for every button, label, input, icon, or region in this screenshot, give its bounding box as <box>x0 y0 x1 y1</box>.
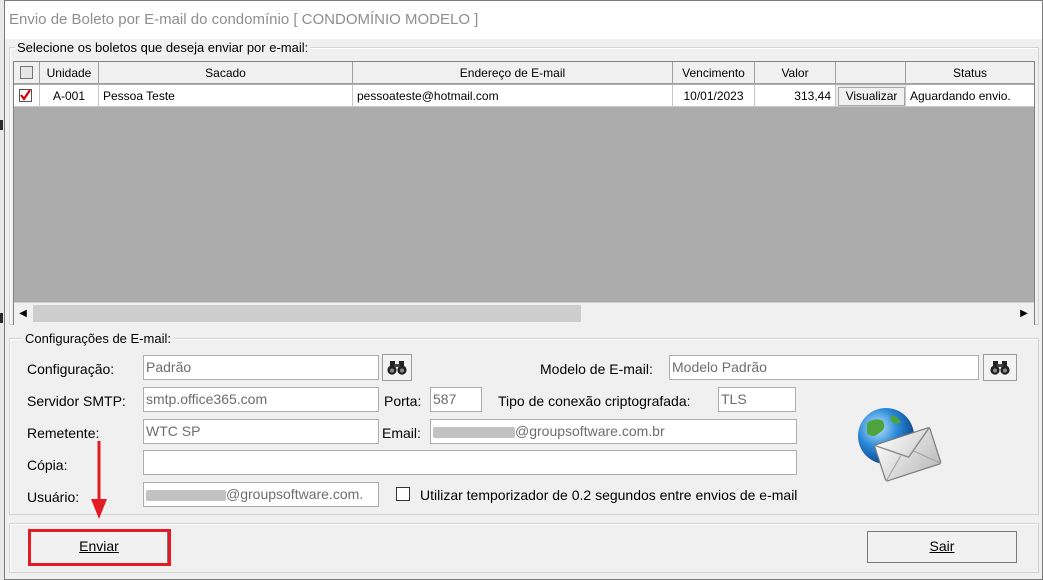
row-select-cell[interactable] <box>14 85 40 107</box>
title-bar: Envio de Boleto por E-mail do condomínio… <box>5 1 1042 39</box>
exit-label: Sair <box>929 538 955 554</box>
redacted-text <box>433 426 515 438</box>
column-header-action <box>836 62 906 84</box>
scrollbar-thumb[interactable] <box>33 305 581 322</box>
search-configuracao-button[interactable] <box>382 354 412 381</box>
cell-vencimento: 10/01/2023 <box>673 85 755 107</box>
visualizar-button[interactable]: Visualizar <box>838 87 905 106</box>
column-header-status[interactable]: Status <box>906 62 1034 84</box>
binoculars-icon <box>387 361 407 375</box>
select-all-checkbox[interactable] <box>20 66 33 79</box>
annotation-arrow-icon <box>91 441 107 519</box>
row-checkbox[interactable] <box>19 89 32 102</box>
cell-unidade: A-001 <box>40 85 99 107</box>
smtp-label: Servidor SMTP: <box>27 393 126 409</box>
edge-mark <box>0 120 3 130</box>
scroll-right-icon[interactable]: ▶ <box>1015 303 1033 324</box>
cripto-field[interactable]: TLS <box>718 387 796 412</box>
dialog-window: Envio de Boleto por E-mail do condomínio… <box>4 0 1043 580</box>
search-modelo-button[interactable] <box>983 354 1017 381</box>
redacted-text <box>146 489 226 501</box>
scroll-left-icon[interactable]: ◀ <box>14 303 32 324</box>
boletos-legend: Selecione os boletos que deseja enviar p… <box>15 40 311 55</box>
timer-checkbox[interactable] <box>396 487 410 501</box>
usuario-label: Usuário: <box>27 489 80 505</box>
usuario-domain: @groupsoftware.com. <box>226 486 364 502</box>
copia-label: Cópia: <box>27 457 68 473</box>
horizontal-scrollbar[interactable]: ◀ ▶ <box>14 302 1034 325</box>
edge-mark <box>0 313 3 323</box>
binoculars-icon <box>990 361 1010 375</box>
column-header-email[interactable]: Endereço de E-mail <box>353 62 673 84</box>
cell-email: pessoateste@hotmail.com <box>353 85 673 107</box>
cell-valor: 313,44 <box>755 85 836 107</box>
remetente-label: Remetente: <box>27 425 100 441</box>
exit-button[interactable]: Sair <box>867 531 1017 563</box>
highlight-frame <box>28 529 171 566</box>
column-header-valor[interactable]: Valor <box>755 62 836 84</box>
usuario-field[interactable]: @groupsoftware.com. <box>143 482 379 507</box>
timer-label[interactable]: Utilizar temporizador de 0.2 segundos en… <box>420 487 797 503</box>
email-label: Email: <box>382 425 421 441</box>
cell-action: Visualizar <box>836 85 906 107</box>
remetente-field[interactable]: WTC SP <box>143 419 379 444</box>
cell-sacado: Pessoa Teste <box>99 85 353 107</box>
modelo-label: Modelo de E-mail: <box>540 361 653 377</box>
porta-field[interactable]: 587 <box>430 387 482 412</box>
configuracao-field[interactable]: Padrão <box>143 355 379 380</box>
porta-label: Porta: <box>384 393 422 409</box>
config-legend: Configurações de E-mail: <box>23 331 173 346</box>
cripto-label: Tipo de conexão criptografada: <box>498 393 691 409</box>
column-header-unidade[interactable]: Unidade <box>40 62 99 84</box>
column-header-vencimento[interactable]: Vencimento <box>673 62 755 84</box>
check-icon <box>20 89 31 101</box>
email-globe-icon <box>858 408 942 482</box>
select-all-header[interactable] <box>14 62 40 84</box>
boletos-grid: Unidade Sacado Endereço de E-mail Vencim… <box>13 61 1035 325</box>
column-header-sacado[interactable]: Sacado <box>99 62 353 84</box>
configuracao-label: Configuração: <box>27 361 115 377</box>
modelo-field[interactable]: Modelo Padrão <box>669 355 979 380</box>
window-title: Envio de Boleto por E-mail do condomínio… <box>9 11 479 28</box>
smtp-field[interactable]: smtp.office365.com <box>143 387 379 412</box>
cell-status: Aguardando envio. <box>906 85 1034 107</box>
email-field[interactable]: @groupsoftware.com.br <box>430 419 797 444</box>
email-domain: @groupsoftware.com.br <box>515 423 665 439</box>
copia-field[interactable] <box>143 450 797 475</box>
